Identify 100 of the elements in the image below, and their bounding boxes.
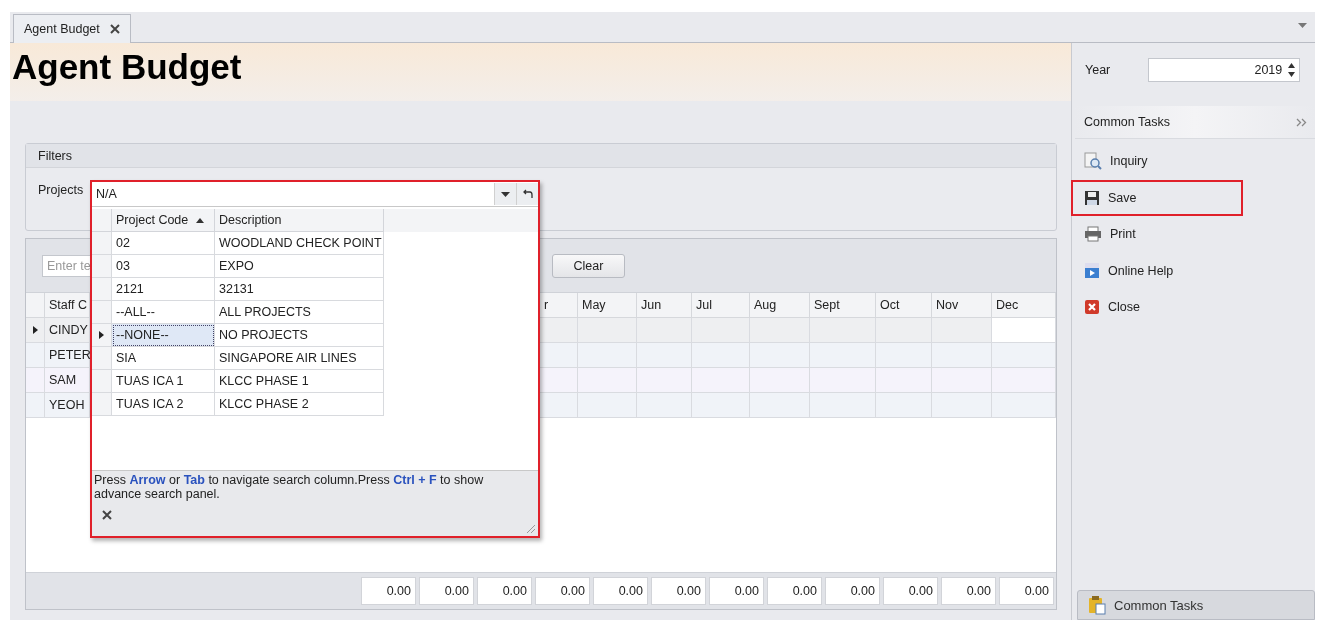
task-link[interactable]: Inquiry	[1071, 143, 1243, 180]
total-cell: 0.00	[535, 577, 590, 605]
table-cell: SAM	[45, 368, 90, 393]
clipboard-icon	[1088, 595, 1106, 615]
table-cell	[750, 343, 810, 368]
task-link[interactable]: Save	[1071, 179, 1243, 216]
clear-button[interactable]: Clear	[552, 253, 625, 278]
collapse-chevron-icon[interactable]	[1296, 117, 1307, 127]
table-cell[interactable]: ALL PROJECTS	[215, 301, 384, 324]
table-cell	[578, 368, 637, 393]
table-cell[interactable]: SIA	[112, 347, 215, 370]
row-pointer-icon	[98, 331, 105, 339]
row-pointer-icon	[31, 326, 39, 334]
dropdown-button[interactable]	[494, 183, 516, 205]
table-cell: YEOH	[45, 393, 90, 418]
total-cell: 0.00	[651, 577, 706, 605]
table-cell[interactable]: TUAS ICA 2	[112, 393, 215, 416]
table-cell[interactable]: KLCC PHASE 2	[215, 393, 384, 416]
nav-button[interactable]: Common Tasks	[1077, 590, 1315, 620]
table-cell	[992, 393, 1056, 418]
lookup-field[interactable]: N/A	[92, 182, 538, 207]
table-cell	[692, 393, 750, 418]
year-spin-field[interactable]: 2019	[1148, 58, 1301, 82]
table-cell	[810, 318, 876, 343]
column-header[interactable]: Jul	[692, 293, 750, 318]
table-cell: CINDY	[45, 318, 90, 343]
undo-arrow-icon	[522, 189, 533, 199]
column-header[interactable]: Sept	[810, 293, 876, 318]
row-indicator[interactable]	[92, 324, 112, 347]
table-cell[interactable]: TUAS ICA 1	[112, 370, 215, 393]
total-cell: 0.00	[883, 577, 938, 605]
column-header[interactable]: Aug	[750, 293, 810, 318]
table-cell	[876, 393, 932, 418]
table-cell	[692, 318, 750, 343]
task-link[interactable]: Close	[1071, 289, 1243, 326]
table-cell	[932, 368, 992, 393]
table-cell	[637, 318, 692, 343]
total-cell: 0.00	[593, 577, 648, 605]
table-cell	[932, 393, 992, 418]
column-header[interactable]: Nov	[932, 293, 992, 318]
sort-ascending-icon	[196, 217, 205, 223]
video-play-icon	[1084, 262, 1100, 280]
total-cell: 0.00	[361, 577, 416, 605]
table-cell	[810, 343, 876, 368]
table-cell	[750, 368, 810, 393]
document-tab[interactable]: Agent Budget	[13, 14, 131, 43]
table-cell	[876, 318, 932, 343]
table-cell[interactable]: 03	[112, 255, 215, 278]
close-icon	[1084, 299, 1100, 316]
page-title: Agent Budget	[12, 46, 242, 88]
table-cell[interactable]: SINGAPORE AIR LINES	[215, 347, 384, 370]
column-header[interactable]: Dec	[992, 293, 1056, 318]
table-cell[interactable]: --NONE--	[112, 324, 215, 347]
column-header[interactable]: Staff C	[45, 293, 90, 318]
printer-icon	[1084, 226, 1102, 243]
spin-arrows-icon[interactable]	[1288, 63, 1296, 77]
table-cell[interactable]: EXPO	[215, 255, 384, 278]
group-title: Filters	[38, 148, 73, 163]
table-cell[interactable]: 02	[112, 232, 215, 255]
table-cell[interactable]: KLCC PHASE 1	[215, 370, 384, 393]
table-cell	[578, 343, 637, 368]
table-cell	[810, 393, 876, 418]
table-cell	[810, 368, 876, 393]
column-header[interactable]: May	[578, 293, 637, 318]
table-cell	[932, 343, 992, 368]
table-cell[interactable]: 32131	[215, 278, 384, 301]
field-label: Projects	[38, 183, 84, 197]
column-header[interactable]: Oct	[876, 293, 932, 318]
table-cell	[637, 343, 692, 368]
column-header[interactable]: Description	[215, 209, 384, 232]
table-cell: PETER	[45, 343, 90, 368]
tab-label[interactable]: Agent Budget	[24, 22, 100, 36]
task-link[interactable]: Online Help	[1071, 252, 1243, 289]
table-cell	[750, 393, 810, 418]
table-cell	[540, 393, 578, 418]
column-header[interactable]: Jun	[637, 293, 692, 318]
column-header[interactable]: r	[540, 293, 578, 318]
total-cell: 0.00	[767, 577, 822, 605]
table-cell	[637, 368, 692, 393]
table-cell[interactable]: NO PROJECTS	[215, 324, 384, 347]
table-cell	[578, 318, 637, 343]
tab-close-icon[interactable]	[109, 24, 120, 34]
table-cell[interactable]: 2121	[112, 278, 215, 301]
undo-button[interactable]	[516, 183, 538, 205]
close-icon[interactable]	[102, 510, 112, 520]
table-cell	[578, 393, 637, 418]
row-indicator[interactable]	[26, 318, 45, 343]
table-cell	[692, 368, 750, 393]
total-cell: 0.00	[419, 577, 474, 605]
table-cell[interactable]: WOODLAND CHECK POINT	[215, 232, 384, 255]
table-cell	[750, 318, 810, 343]
task-link[interactable]: Print	[1071, 216, 1243, 253]
year-label: Year	[1085, 63, 1111, 77]
total-cell: 0.00	[825, 577, 880, 605]
table-cell	[540, 318, 578, 343]
table-cell	[932, 318, 992, 343]
table-cell	[876, 368, 932, 393]
resize-grip-icon[interactable]	[524, 522, 536, 534]
column-header[interactable]: Project Code	[112, 209, 215, 232]
dropdown-arrow-icon[interactable]	[1298, 23, 1307, 28]
